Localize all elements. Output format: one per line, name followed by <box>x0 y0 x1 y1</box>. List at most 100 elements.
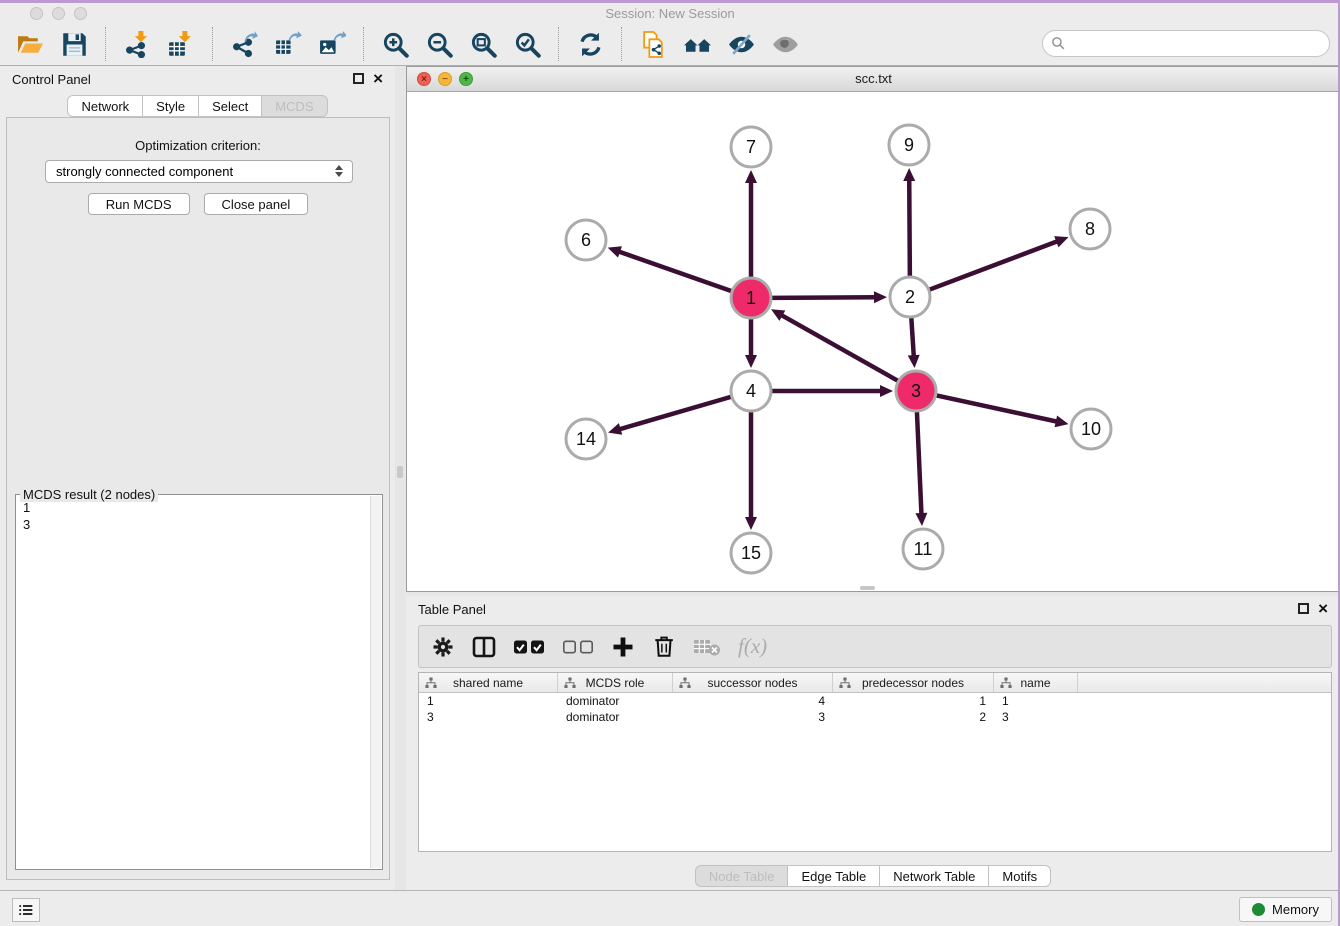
control-panel-title: Control Panel <box>12 72 91 87</box>
canvas-scrollbar-handle[interactable] <box>860 586 875 590</box>
search-box[interactable] <box>1042 30 1330 57</box>
svg-text:2: 2 <box>905 287 915 307</box>
column-header-MCDS-role[interactable]: MCDS role <box>558 673 673 692</box>
tab-edge-table[interactable]: Edge Table <box>788 865 880 887</box>
save-icon[interactable] <box>56 28 92 60</box>
vertical-split-divider[interactable] <box>395 66 406 890</box>
graph-edge-2-9[interactable] <box>903 168 915 276</box>
network-close-button[interactable]: × <box>417 72 431 86</box>
tab-style[interactable]: Style <box>143 95 199 117</box>
graph-node-15[interactable]: 15 <box>731 533 771 573</box>
add-row-icon[interactable] <box>611 633 635 661</box>
cell-shared-name: 1 <box>419 694 558 708</box>
node-table: shared nameMCDS rolesuccessor nodesprede… <box>418 672 1332 852</box>
graph-edge-4-14[interactable] <box>608 397 731 435</box>
mcds-result-text[interactable]: 1 3 <box>17 496 369 868</box>
function-icon[interactable]: f(x) <box>738 633 767 661</box>
export-table-icon[interactable] <box>270 28 306 60</box>
graph-node-7[interactable]: 7 <box>731 127 771 167</box>
search-input[interactable] <box>1071 36 1321 51</box>
graph-node-11[interactable]: 11 <box>903 529 943 569</box>
tab-motifs[interactable]: Motifs <box>989 865 1051 887</box>
zoom-in-icon[interactable] <box>377 28 413 60</box>
close-panel-button[interactable]: Close panel <box>204 193 309 215</box>
graph-edge-3-1[interactable] <box>771 309 898 380</box>
graph-edge-2-8[interactable] <box>930 236 1069 289</box>
graph-edge-4-15[interactable] <box>745 412 757 530</box>
graph-edge-1-7[interactable] <box>745 170 757 277</box>
zoom-selected-icon[interactable] <box>509 28 545 60</box>
select-all-icon[interactable] <box>513 633 545 661</box>
column-header-shared-name[interactable]: shared name <box>419 673 558 692</box>
cell-name: 3 <box>994 710 1078 724</box>
graph-edge-3-11[interactable] <box>915 412 927 526</box>
graph-node-8[interactable]: 8 <box>1070 209 1110 249</box>
delete-row-icon[interactable] <box>652 633 676 661</box>
optimization-criterion-dropdown[interactable]: strongly connected component <box>45 160 353 183</box>
copy-document-icon[interactable] <box>635 28 671 60</box>
search-icon <box>1051 36 1066 51</box>
import-table-icon[interactable] <box>163 28 199 60</box>
zoom-out-icon[interactable] <box>421 28 457 60</box>
deselect-all-icon[interactable] <box>562 633 594 661</box>
graph-node-2[interactable]: 2 <box>890 277 930 317</box>
graph-edge-4-3[interactable] <box>772 385 893 397</box>
network-minimize-button[interactable]: − <box>438 72 452 86</box>
graph-edge-2-3[interactable] <box>908 318 920 368</box>
svg-text:3: 3 <box>911 381 921 401</box>
export-image-icon[interactable] <box>314 28 350 60</box>
tab-mcds[interactable]: MCDS <box>262 95 327 117</box>
tab-network-table[interactable]: Network Table <box>880 865 989 887</box>
table-row-1[interactable]: 1dominator411 <box>419 693 1331 709</box>
show-eye-icon[interactable] <box>767 28 803 60</box>
tab-node-table[interactable]: Node Table <box>695 865 789 887</box>
close-panel-icon[interactable]: × <box>373 72 383 85</box>
import-network-icon[interactable] <box>119 28 155 60</box>
svg-text:15: 15 <box>741 543 761 563</box>
graph-node-10[interactable]: 10 <box>1071 409 1111 449</box>
divider-grip[interactable] <box>397 466 403 478</box>
graph-edge-1-2[interactable] <box>772 291 887 303</box>
delete-table-icon[interactable] <box>693 633 721 661</box>
graph-node-3[interactable]: 3 <box>896 371 936 411</box>
column-header-successor-nodes[interactable]: successor nodes <box>673 673 833 692</box>
column-header-predecessor-nodes[interactable]: predecessor nodes <box>833 673 994 692</box>
graph-edge-1-6[interactable] <box>608 246 731 291</box>
gear-icon[interactable] <box>431 633 455 661</box>
table-body: 1dominator4113dominator323 <box>419 693 1331 725</box>
table-toolbar: f(x) <box>418 625 1332 668</box>
float-table-panel-icon[interactable] <box>1298 603 1309 614</box>
toolbar-separator <box>212 27 213 61</box>
graph-node-4[interactable]: 4 <box>731 371 771 411</box>
svg-text:7: 7 <box>746 137 756 157</box>
network-window-titlebar[interactable]: × − + scc.txt <box>407 67 1340 92</box>
graph-node-1[interactable]: 1 <box>731 278 771 318</box>
graph-node-14[interactable]: 14 <box>566 419 606 459</box>
hide-eye-icon[interactable] <box>723 28 759 60</box>
export-network-icon[interactable] <box>226 28 262 60</box>
open-folder-icon[interactable] <box>12 28 48 60</box>
split-column-icon[interactable] <box>472 633 496 661</box>
network-canvas[interactable]: 7 9 6 8 1 2 4 3 14 10 15 11 <box>407 92 1340 591</box>
network-graph[interactable]: 7 9 6 8 1 2 4 3 14 10 15 11 <box>407 92 1339 592</box>
graph-node-6[interactable]: 6 <box>566 220 606 260</box>
graph-edge-1-4[interactable] <box>745 319 757 368</box>
tab-select[interactable]: Select <box>199 95 262 117</box>
column-header-name[interactable]: name <box>994 673 1078 692</box>
graph-node-9[interactable]: 9 <box>889 125 929 165</box>
status-bar: Memory <box>0 890 1340 926</box>
task-history-button[interactable] <box>12 898 40 922</box>
memory-button[interactable]: Memory <box>1239 897 1332 922</box>
graph-edge-3-10[interactable] <box>937 395 1069 427</box>
table-row-2[interactable]: 3dominator323 <box>419 709 1331 725</box>
home-icon[interactable] <box>679 28 715 60</box>
mcds-result-scrollbar[interactable] <box>370 496 381 868</box>
tab-network[interactable]: Network <box>67 95 143 117</box>
float-panel-icon[interactable] <box>353 73 364 84</box>
refresh-icon[interactable] <box>572 28 608 60</box>
close-table-panel-icon[interactable]: × <box>1318 602 1328 615</box>
run-mcds-button[interactable]: Run MCDS <box>88 193 190 215</box>
network-zoom-button[interactable]: + <box>459 72 473 86</box>
window-title: Session: New Session <box>0 6 1340 21</box>
zoom-fit-icon[interactable] <box>465 28 501 60</box>
